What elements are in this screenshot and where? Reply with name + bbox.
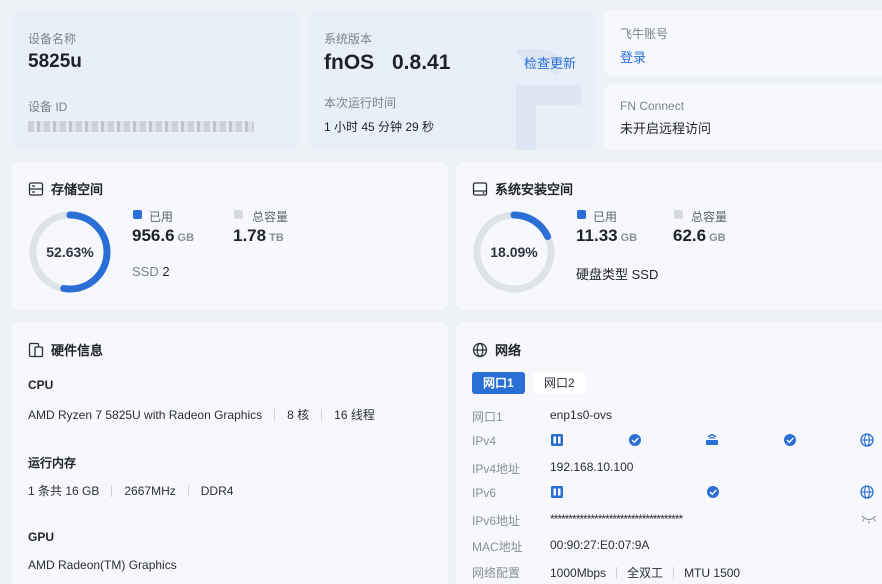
cpu-info: AMD Ryzen 7 5825U with Radeon Graphics 8… — [28, 406, 375, 423]
link-speed: 1000Mbps — [550, 565, 607, 580]
total-legend-swatch — [234, 210, 243, 219]
device-id-blurred — [28, 121, 254, 132]
ram-type: DDR4 — [200, 483, 234, 498]
gpu-label: GPU — [28, 530, 55, 544]
used-legend-swatch — [133, 210, 142, 219]
duplex: 全双工 — [627, 566, 664, 580]
login-link[interactable]: 登录 — [620, 47, 646, 66]
uptime-label: 本次运行时间 — [324, 96, 397, 110]
sys-storage-title: 系统安装空间 — [472, 179, 573, 198]
check-icon — [629, 434, 641, 446]
system-version-label: 系统版本 — [324, 32, 373, 46]
config-value: 1000Mbps 全双工 MTU 1500 — [550, 564, 740, 581]
internet-globe-icon — [860, 433, 874, 447]
ram-label: 运行内存 — [28, 456, 77, 470]
device-name-label: 设备名称 — [28, 32, 77, 46]
fn-connect-card: FN Connect 未开启远程访问 — [604, 84, 882, 150]
internet-globe-icon — [860, 485, 874, 499]
fn-connect-status: 未开启远程访问 — [620, 121, 712, 136]
eye-closed-icon[interactable] — [861, 513, 877, 525]
sys-storage-percent: 18.09% — [490, 244, 538, 260]
ipv6-addr: ************************************ — [550, 512, 683, 526]
ipv4-addr-label: IPv4地址 — [472, 462, 521, 476]
device-card: 设备名称 5825u 设备 ID — [12, 10, 300, 150]
cpu-label: CPU — [28, 378, 54, 392]
sys-used-value: 11.33 GB — [576, 226, 638, 245]
ram-info: 1 条共 16 GB 2667MHz DDR4 — [28, 482, 233, 499]
sys-total-label: 总容量 — [691, 210, 728, 224]
network-card: 网络 网口1 网口2 网口1 enp1s0-ovs IPv4 IPv4地址 19… — [456, 322, 882, 584]
disk-icon — [472, 181, 488, 196]
mac-value: 00:90:27:E0:07:9A — [550, 538, 650, 552]
check-icon — [707, 486, 719, 498]
nic-icon — [551, 434, 563, 446]
os-version: 0.8.41 — [392, 51, 451, 74]
total-label: 总容量 — [252, 210, 289, 224]
ipv4-addr: 192.168.10.100 — [550, 460, 634, 474]
storage-percent: 52.63% — [46, 244, 94, 260]
cpu-threads: 16 线程 — [334, 408, 375, 422]
account-card: 飞牛账号 登录 — [604, 10, 882, 76]
ram-speed: 2667MHz — [124, 483, 176, 498]
port-label: 网口1 — [472, 410, 503, 424]
check-icon — [784, 434, 796, 446]
network-title: 网络 — [472, 340, 521, 359]
mtu: MTU 1500 — [684, 565, 741, 580]
used-value: 956.6 GB — [132, 226, 195, 245]
used-label: 已用 — [149, 210, 174, 224]
ipv6-topology — [551, 485, 874, 499]
ram-size: 1 条共 16 GB — [28, 484, 100, 498]
cpu-cores: 8 核 — [287, 408, 310, 422]
check-update-link[interactable]: 检查更新 — [524, 53, 576, 72]
ssd-count: SSD 2 — [132, 264, 170, 279]
gpu-model: AMD Radeon(TM) Graphics — [28, 558, 177, 572]
ipv6-label: IPv6 — [472, 486, 497, 500]
config-label: 网络配置 — [472, 566, 521, 580]
tab-port-1[interactable]: 网口1 — [472, 372, 525, 394]
port-value: enp1s0-ovs — [550, 408, 613, 422]
sys-used-legend-swatch — [577, 210, 586, 219]
uptime: 1 小时 45 分钟 29 秒 — [324, 120, 435, 134]
nic-icon — [551, 486, 563, 498]
total-value: 1.78 TB — [233, 226, 284, 245]
account-label: 飞牛账号 — [620, 27, 669, 41]
sys-total-value: 62.6 GB — [673, 226, 726, 245]
storage-card: 存储空间 52.63% 已用 956.6 GB 总容量 1.78 TB SSD 2 — [12, 162, 448, 310]
sys-total-legend-swatch — [674, 210, 683, 219]
ipv4-label: IPv4 — [472, 434, 497, 448]
ipv6-addr-label: IPv6地址 — [472, 514, 521, 528]
device-name: 5825u — [28, 51, 82, 72]
os-name: fnOS — [324, 51, 375, 74]
storage-title: 存储空间 — [28, 179, 103, 198]
tab-port-2[interactable]: 网口2 — [533, 372, 586, 394]
hardware-card: 硬件信息 CPU AMD Ryzen 7 5825U with Radeon G… — [12, 322, 448, 584]
router-icon — [706, 434, 718, 445]
hardware-icon — [28, 342, 44, 357]
gpu-info: AMD Radeon(TM) Graphics — [28, 558, 177, 572]
sys-used-label: 已用 — [593, 210, 618, 224]
globe-icon — [472, 342, 488, 357]
device-id-label: 设备 ID — [28, 100, 68, 114]
storage-icon — [28, 181, 44, 196]
hardware-title: 硬件信息 — [28, 340, 103, 359]
disk-type: 硬盘类型 SSD — [576, 267, 659, 282]
mac-label: MAC地址 — [472, 540, 523, 554]
ipv4-topology — [551, 433, 874, 447]
cpu-model: AMD Ryzen 7 5825U with Radeon Graphics — [28, 407, 263, 422]
sys-storage-card: 系统安装空间 18.09% 已用 11.33 GB 总容量 62.6 GB 硬盘类型… — [456, 162, 882, 310]
system-card: 系统版本 fnOS 0.8.41 检查更新 本次运行时间 1 小时 45 分钟 … — [308, 10, 596, 150]
fn-connect-label: FN Connect — [620, 99, 685, 113]
